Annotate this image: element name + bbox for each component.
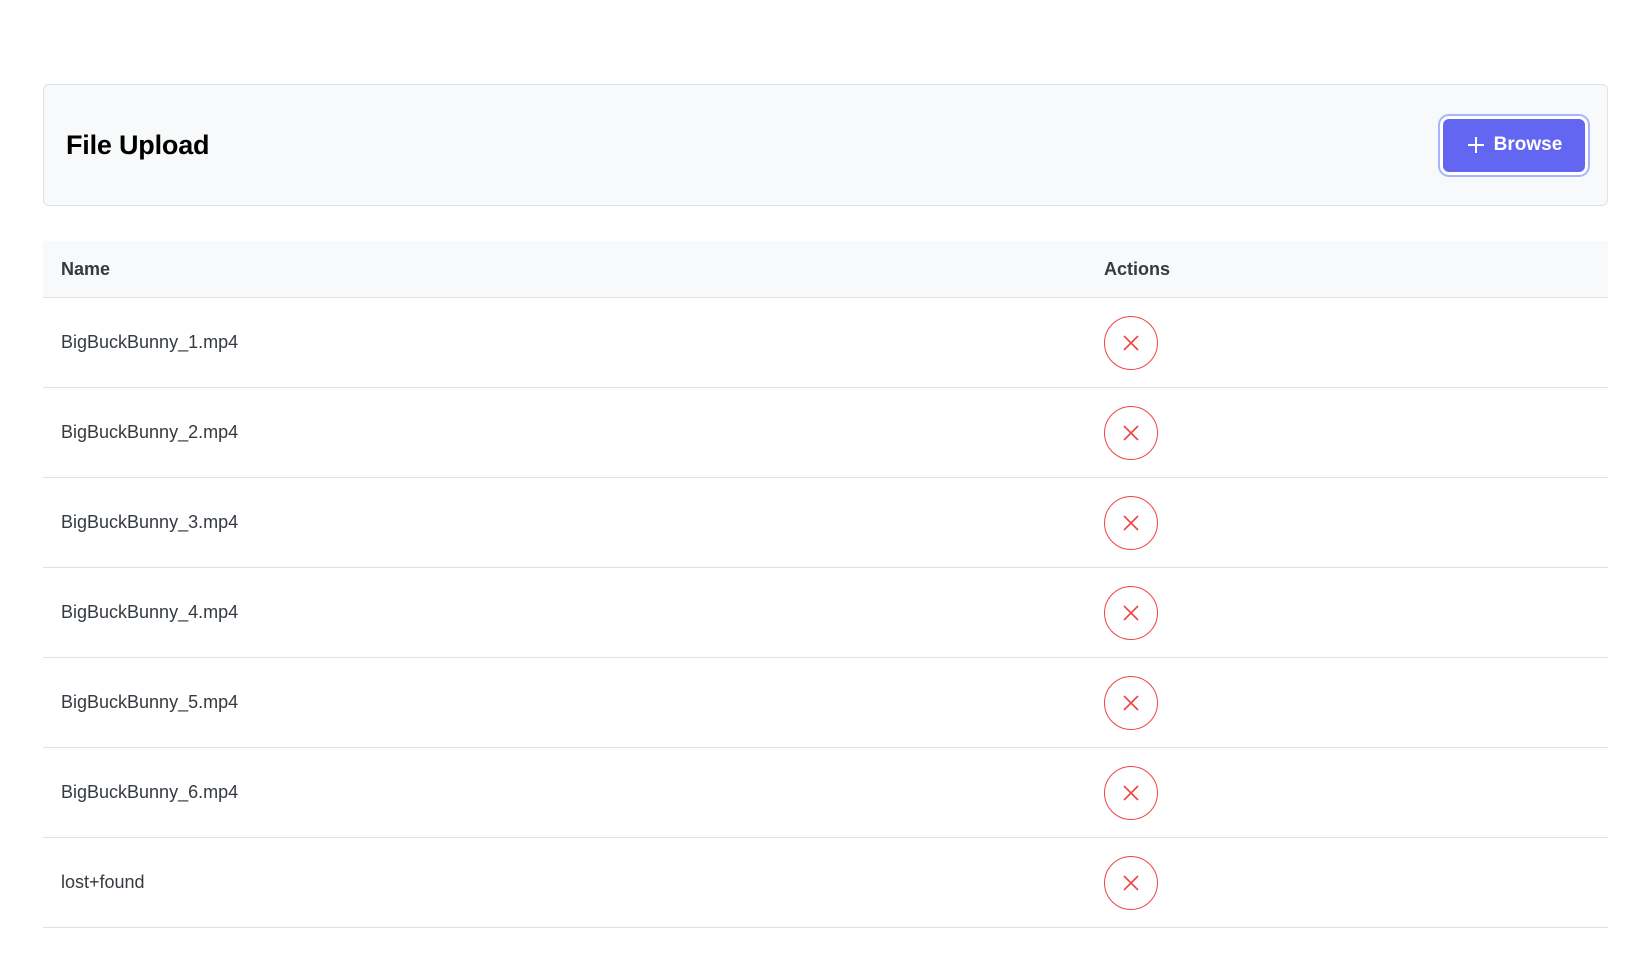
- files-table: Name Actions BigBuckBunny_1.mp4 BigBuckBu…: [43, 241, 1608, 928]
- file-name: BigBuckBunny_5.mp4: [61, 692, 239, 712]
- toolbar: File Upload Browse: [43, 84, 1608, 206]
- times-icon: [1122, 874, 1140, 892]
- remove-file-button[interactable]: [1104, 495, 1158, 550]
- remove-file-button[interactable]: [1104, 675, 1158, 730]
- remove-file-button[interactable]: [1104, 855, 1158, 910]
- remove-file-button[interactable]: [1104, 405, 1158, 460]
- actions-cell: [1104, 855, 1608, 910]
- table-row: lost+found: [43, 838, 1608, 928]
- file-upload-page: File Upload Browse Name Actions BigBuckB…: [43, 84, 1608, 928]
- remove-file-button[interactable]: [1104, 765, 1158, 820]
- table-row: BigBuckBunny_4.mp4: [43, 568, 1608, 658]
- actions-cell: [1104, 765, 1608, 820]
- table-body: BigBuckBunny_1.mp4 BigBuckBunny_2.mp4 BigB…: [43, 298, 1608, 928]
- column-header-actions: Actions: [1104, 258, 1171, 279]
- browse-button[interactable]: Browse: [1443, 118, 1585, 172]
- times-icon: [1122, 604, 1140, 622]
- times-icon: [1122, 334, 1140, 352]
- file-name: BigBuckBunny_1.mp4: [61, 332, 239, 352]
- browse-button-label: Browse: [1493, 134, 1563, 155]
- table-row: BigBuckBunny_5.mp4: [43, 658, 1608, 748]
- file-name: BigBuckBunny_4.mp4: [61, 602, 239, 622]
- file-name: BigBuckBunny_3.mp4: [61, 512, 239, 532]
- file-name: BigBuckBunny_2.mp4: [61, 422, 239, 442]
- actions-cell: [1104, 675, 1608, 730]
- file-name: lost+found: [61, 872, 145, 892]
- actions-cell: [1104, 495, 1608, 550]
- actions-cell: [1104, 315, 1608, 370]
- table-row: BigBuckBunny_3.mp4: [43, 478, 1608, 568]
- table-row: BigBuckBunny_1.mp4: [43, 298, 1608, 388]
- times-icon: [1122, 514, 1140, 532]
- actions-cell: [1104, 405, 1608, 460]
- remove-file-button[interactable]: [1104, 315, 1158, 370]
- plus-icon: [1466, 135, 1486, 155]
- remove-file-button[interactable]: [1104, 585, 1158, 640]
- table-header: Name Actions: [43, 241, 1608, 298]
- file-name: BigBuckBunny_6.mp4: [61, 782, 239, 802]
- times-icon: [1122, 424, 1140, 442]
- page-title: File Upload: [66, 129, 210, 160]
- actions-cell: [1104, 585, 1608, 640]
- times-icon: [1122, 694, 1140, 712]
- table-row: BigBuckBunny_6.mp4: [43, 748, 1608, 838]
- column-header-name: Name: [61, 258, 111, 279]
- table-row: BigBuckBunny_2.mp4: [43, 388, 1608, 478]
- times-icon: [1122, 784, 1140, 802]
